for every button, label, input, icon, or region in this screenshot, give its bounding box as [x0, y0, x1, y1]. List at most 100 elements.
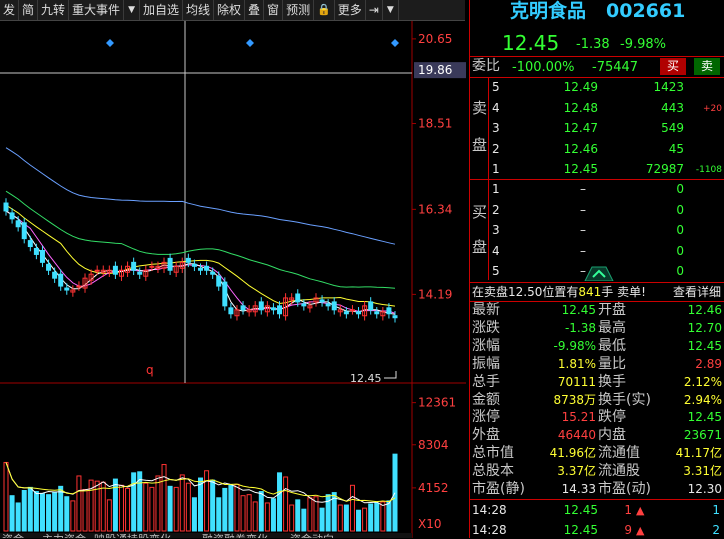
toolbar-events-dropdown-button[interactable]: ▼: [124, 0, 140, 20]
last-price-pointer: [384, 371, 397, 379]
toolbar-major-events-button[interactable]: 重大事件: [69, 0, 125, 20]
volume-bar: [234, 483, 240, 532]
candle-body: [112, 265, 118, 275]
quote-value: -1.38: [564, 320, 596, 335]
volume-bar: [3, 461, 9, 532]
toolbar-forecast-button[interactable]: 预测: [283, 0, 315, 20]
quote-value: 14.33: [561, 482, 596, 496]
quote-value: 1.81%: [557, 356, 596, 371]
up-arrow-icon: ▲: [636, 524, 645, 537]
event-marker-icon: [106, 39, 114, 47]
tick-price: 12.45: [563, 523, 598, 537]
quote-label: 涨停: [472, 409, 500, 426]
quote-label: 振幅: [472, 355, 500, 372]
toolbar-fa-button[interactable]: 发: [0, 0, 20, 20]
candle-body: [27, 240, 33, 248]
volume-bar: [380, 501, 386, 532]
toolbar-more-button[interactable]: 更多: [335, 0, 366, 20]
candle-body: [76, 285, 82, 288]
quote-value: 12.45: [687, 410, 722, 425]
bottom-tab-4[interactable]: 资金动向: [290, 532, 334, 538]
toolbar-overlay-button[interactable]: 叠: [245, 0, 265, 20]
candle-body: [356, 311, 362, 315]
tick-time: 14:28: [472, 523, 507, 537]
sell-level: 2: [492, 141, 500, 156]
quote-label: 市盈(静): [472, 481, 525, 497]
view-detail-link[interactable]: 查看详细: [673, 284, 721, 301]
candle-body: [368, 301, 374, 311]
buy-volume: 0: [676, 223, 684, 237]
quote-label: 最新: [472, 302, 500, 318]
sell-volume: 443: [661, 100, 684, 115]
volume-bar: [179, 474, 185, 532]
toolbar-exright-button[interactable]: 除权: [214, 0, 246, 20]
buy-volume: 0: [676, 202, 684, 217]
quote-label: 涨跌: [472, 319, 500, 336]
weibi-diff: -75447: [592, 60, 639, 75]
volume-bar: [27, 486, 33, 532]
sell-price: 12.47: [563, 121, 598, 135]
sell-side-label: 盘: [472, 136, 488, 154]
tick-price: 12.45: [563, 503, 598, 517]
candle-body: [52, 271, 58, 279]
kline-chart[interactable]: 20.65 19.86 18.51 16.34 14.19 12.45 q 12361 8304…: [0, 21, 466, 538]
candle-body: [185, 257, 191, 263]
buy-volume: 0: [676, 264, 684, 278]
quote-value: 70111: [557, 374, 596, 389]
quote-label: 市盈(动): [598, 481, 651, 497]
sell-volume: 45: [668, 141, 684, 156]
buy-level: 2: [492, 202, 500, 217]
candle-body: [386, 307, 392, 315]
quote-value: 12.45: [561, 303, 596, 317]
candle-body: [33, 248, 39, 255]
collapse-tab[interactable]: [582, 265, 616, 281]
volume-bar: [173, 486, 179, 532]
bottom-tab-0[interactable]: 资金: [2, 532, 24, 538]
toolbar-ma-line-button[interactable]: 均线: [183, 0, 215, 20]
price-tick-label: 18.51: [418, 117, 452, 131]
volume-tick-label: 8304: [418, 438, 449, 452]
candle-body: [349, 309, 355, 312]
quote-value: 2.94%: [683, 392, 722, 407]
volume-bar: [185, 482, 191, 532]
volume-bar: [277, 472, 283, 532]
quote-label: 总股本: [472, 463, 514, 480]
sell-volume: 72987: [645, 162, 684, 176]
weibi-label: 委比: [472, 58, 500, 74]
candle-body: [64, 287, 70, 291]
tick-volume: 1: [624, 503, 632, 517]
bottom-tab-2[interactable]: 映股通持股变化: [94, 532, 171, 538]
tick-count: 2: [712, 523, 720, 537]
volume-bar: [198, 477, 203, 532]
volume-bar: [240, 495, 246, 532]
candle-body: [21, 222, 27, 240]
quote-label: 金额: [472, 391, 500, 408]
toolbar-jian-button[interactable]: 简: [19, 0, 39, 20]
volume-bar: [252, 501, 258, 532]
toolbar-jiuzhuan-button[interactable]: 九转: [38, 0, 70, 20]
sell-button[interactable]: 卖: [694, 58, 720, 75]
toolbar-window-button[interactable]: 窗: [264, 0, 284, 20]
volume-bar: [33, 491, 39, 532]
bottom-tab-3[interactable]: 融资融券变化: [202, 532, 268, 538]
volume-bar: [46, 494, 52, 532]
toolbar-more-dropdown-button[interactable]: ▼: [383, 0, 399, 20]
volume-bar: [125, 487, 131, 532]
quote-label: 换手(实): [598, 391, 651, 408]
volume-bar: [392, 453, 398, 532]
volume-bar: [76, 475, 82, 532]
toolbar-add-watchlist-button[interactable]: 加自选: [140, 0, 183, 20]
quote-value: 12.45: [687, 338, 722, 353]
quote-label: 内盘: [598, 427, 626, 444]
toolbar-lock-icon[interactable]: 🔒: [314, 0, 335, 20]
bottom-tab-1[interactable]: 主力资金: [42, 532, 86, 538]
ma3-line: [5, 210, 396, 315]
buy-button[interactable]: 买: [660, 58, 686, 75]
toolbar-pin-button[interactable]: ⇥: [366, 0, 383, 20]
quote-label: 量比: [598, 355, 626, 372]
sell-level: 3: [492, 121, 500, 135]
event-marker-icon: [246, 39, 254, 47]
candle-body: [301, 303, 307, 307]
quote-value: 23671: [683, 428, 722, 443]
candle-body: [240, 305, 246, 311]
